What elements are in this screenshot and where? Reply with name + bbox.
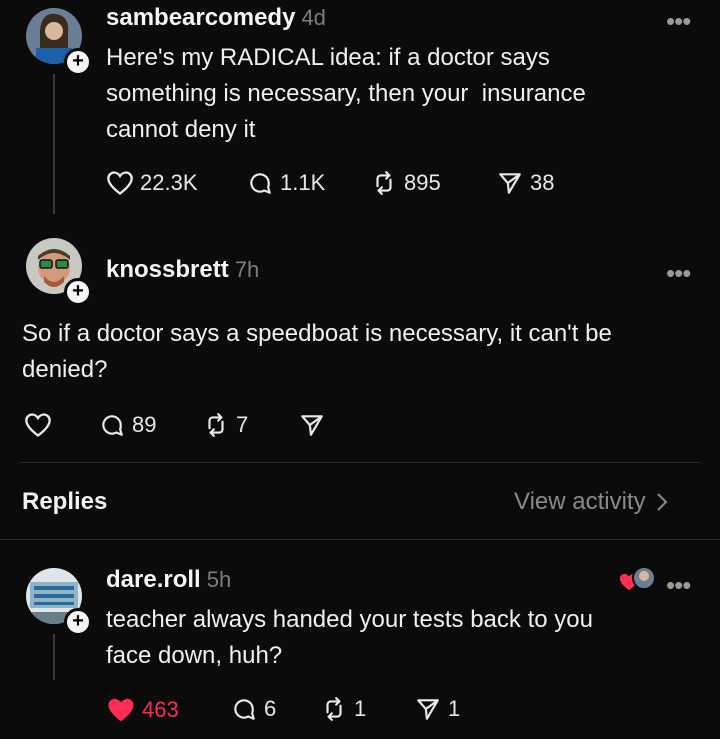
heart-icon (107, 171, 133, 195)
timestamp: 7h (234, 257, 260, 282)
username[interactable]: knossbrett (106, 256, 229, 283)
more-icon[interactable]: ••• (666, 8, 691, 34)
comment-button[interactable]: 89 (98, 412, 156, 438)
comment-count: 1.1K (280, 170, 326, 195)
replies-heading: Replies (22, 488, 108, 515)
like-count: 463 (142, 697, 179, 722)
repost-count: 1 (354, 696, 367, 721)
post-text: So if a doctor says a speedboat is neces… (22, 316, 702, 388)
post-text-line: So if a doctor says a speedboat is neces… (22, 320, 612, 347)
avatar[interactable]: + (26, 238, 92, 306)
post-text-line: something is necessary, then your insura… (106, 80, 586, 107)
divider (20, 462, 700, 463)
comment-icon (102, 415, 123, 436)
post-header: dare.roll 5h (106, 566, 231, 594)
repost-icon (326, 697, 342, 721)
timestamp: 5h (206, 567, 232, 592)
comment-button[interactable]: 6 (230, 696, 276, 722)
post-text: teacher always handed your tests back to… (106, 602, 706, 674)
thread-line (53, 74, 55, 214)
username[interactable]: sambearcomedy (106, 4, 295, 31)
post-text-line: face down, huh? (106, 642, 283, 669)
share-button[interactable]: 1 (414, 696, 460, 722)
share-icon (417, 699, 439, 720)
more-icon[interactable]: ••• (666, 572, 691, 598)
post-header: sambearcomedy 4d (106, 4, 326, 32)
repost-button[interactable]: 895 (370, 170, 441, 196)
like-button[interactable]: 22.3K (106, 170, 198, 196)
repost-button[interactable]: 7 (202, 412, 248, 438)
share-icon (499, 173, 521, 194)
repost-count: 7 (236, 412, 249, 437)
repost-count: 895 (404, 170, 441, 195)
like-button[interactable] (24, 412, 52, 438)
chevron-right-icon (656, 493, 668, 511)
post-text-line: teacher always handed your tests back to… (106, 606, 593, 633)
author-avatar-icon (632, 566, 656, 590)
share-count: 38 (530, 170, 555, 195)
share-icon (301, 415, 323, 436)
avatar[interactable]: + (26, 568, 92, 636)
post-header: knossbrett 7h (106, 256, 259, 284)
comment-icon (250, 173, 271, 194)
comment-button[interactable]: 1.1K (246, 170, 325, 196)
post-text-line: Here's my RADICAL idea: if a doctor says (106, 44, 550, 71)
like-count: 22.3K (140, 170, 198, 195)
comment-count: 6 (264, 696, 277, 721)
follow-button[interactable]: + (64, 608, 92, 636)
post-text: Here's my RADICAL idea: if a doctor says… (106, 40, 706, 148)
comment-icon (234, 699, 255, 720)
follow-button[interactable]: + (64, 278, 92, 306)
author-liked-badge (618, 566, 658, 594)
heart-icon (25, 413, 51, 437)
share-count: 1 (448, 696, 461, 721)
share-button[interactable] (298, 412, 326, 438)
post-text-line: denied? (22, 356, 108, 383)
more-icon[interactable]: ••• (666, 260, 691, 286)
username[interactable]: dare.roll (106, 566, 201, 593)
avatar[interactable]: + (26, 8, 92, 76)
timestamp: 4d (301, 5, 326, 30)
divider (0, 539, 720, 540)
comment-count: 89 (132, 412, 157, 437)
thread-line (53, 634, 55, 680)
follow-button[interactable]: + (64, 48, 92, 76)
post-text-line: cannot deny it (106, 116, 256, 143)
view-activity-label: View activity (514, 488, 646, 515)
view-activity-link[interactable]: View activity (514, 488, 668, 516)
like-button[interactable]: 463 (106, 696, 179, 724)
repost-button[interactable]: 1 (320, 696, 366, 722)
heart-icon (108, 698, 134, 722)
share-button[interactable]: 38 (496, 170, 554, 196)
repost-icon (376, 171, 392, 195)
repost-icon (208, 413, 224, 437)
